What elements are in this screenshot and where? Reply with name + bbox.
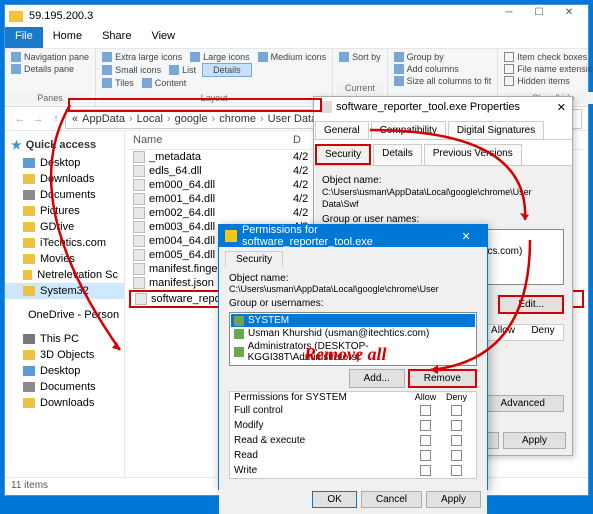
hidden-items-toggle[interactable]: Hidden items: [502, 75, 593, 87]
permission-row: Read & execute: [230, 433, 476, 448]
remove-button[interactable]: Remove: [408, 369, 477, 388]
back-button[interactable]: ←: [11, 113, 29, 125]
sidebar: ★Quick access Desktop Downloads Document…: [5, 131, 125, 477]
tab-file[interactable]: File: [5, 27, 43, 48]
user-item[interactable]: Usman Khurshid (usman@itechtics.com): [231, 327, 475, 340]
sidebar-item-desktop2[interactable]: Desktop: [5, 363, 124, 379]
tab-compatibility[interactable]: Compatibility: [371, 121, 446, 139]
sidebar-item-documents2[interactable]: Documents: [5, 379, 124, 395]
minimize-button[interactable]: ─: [494, 7, 524, 25]
deny-checkbox[interactable]: [451, 420, 462, 431]
tab-home[interactable]: Home: [43, 27, 92, 48]
permissions-users-listbox[interactable]: SYSTEMUsman Khurshid (usman@itechtics.co…: [229, 312, 477, 366]
allow-checkbox[interactable]: [420, 465, 431, 476]
window-title: 59.195.200.3: [29, 10, 93, 22]
sidebar-quick-access[interactable]: ★Quick access: [5, 135, 124, 155]
size-columns-button[interactable]: Size all columns to fit: [392, 75, 494, 87]
permissions-titlebar: Permissions for software_reporter_tool.e…: [219, 225, 487, 247]
tab-previous-versions[interactable]: Previous Versions: [424, 144, 522, 165]
file-extensions-toggle[interactable]: File name extensions: [502, 63, 593, 75]
tab-general[interactable]: General: [315, 121, 369, 139]
layout-m-icons[interactable]: Medium icons: [256, 51, 329, 63]
layout-xl-icons[interactable]: Extra large icons: [100, 51, 184, 63]
sidebar-onedrive[interactable]: OneDrive - Person: [5, 307, 124, 323]
add-button[interactable]: Add...: [349, 369, 405, 388]
titlebar: 59.195.200.3 ─ ☐ ✕: [5, 5, 588, 27]
properties-tabs: General Compatibility Digital Signatures: [314, 117, 572, 140]
deny-checkbox[interactable]: [451, 405, 462, 416]
deny-checkbox[interactable]: [451, 450, 462, 461]
close-button[interactable]: ✕: [554, 7, 584, 25]
sidebar-item-documents[interactable]: Documents: [5, 187, 124, 203]
permissions-tab-security[interactable]: Security: [225, 251, 283, 267]
edit-button[interactable]: Edit...: [498, 295, 564, 314]
folder-icon: [9, 11, 23, 22]
allow-checkbox[interactable]: [420, 435, 431, 446]
properties-close-button[interactable]: ✕: [557, 101, 566, 114]
tab-details[interactable]: Details: [373, 144, 422, 165]
menubar: File Home Share View: [5, 27, 588, 49]
layout-s-icons[interactable]: Small icons: [100, 63, 163, 77]
tab-view[interactable]: View: [141, 27, 185, 48]
permission-row: Write: [230, 463, 476, 478]
sidebar-item-downloads[interactable]: Downloads: [5, 171, 124, 187]
permissions-dialog: Permissions for software_reporter_tool.e…: [218, 224, 488, 490]
layout-l-icons[interactable]: Large icons: [188, 51, 252, 63]
navigation-pane-button[interactable]: Navigation pane: [9, 51, 91, 63]
tab-security[interactable]: Security: [315, 144, 371, 165]
sidebar-item-movies[interactable]: Movies: [5, 251, 124, 267]
item-checkboxes-toggle[interactable]: Item check boxes: [502, 51, 593, 63]
permission-row: Modify: [230, 418, 476, 433]
props-apply-button[interactable]: Apply: [503, 432, 566, 449]
details-pane-button[interactable]: Details pane: [9, 63, 91, 75]
layout-list[interactable]: List: [167, 63, 198, 77]
sort-by-button[interactable]: Sort by: [337, 51, 383, 63]
ribbon-group-layout: Layout: [100, 92, 328, 104]
maximize-button[interactable]: ☐: [524, 7, 554, 25]
sidebar-item-gdrive[interactable]: GDrive: [5, 219, 124, 235]
allow-checkbox[interactable]: [420, 405, 431, 416]
sidebar-item-pictures[interactable]: Pictures: [5, 203, 124, 219]
user-item[interactable]: SYSTEM: [231, 314, 475, 327]
advanced-button[interactable]: Advanced: [482, 395, 564, 412]
tab-share[interactable]: Share: [92, 27, 141, 48]
sidebar-item-downloads2[interactable]: Downloads: [5, 395, 124, 411]
tab-digital-signatures[interactable]: Digital Signatures: [448, 121, 544, 139]
up-button[interactable]: ↑: [47, 113, 65, 125]
layout-details[interactable]: Details: [202, 63, 252, 77]
allow-checkbox[interactable]: [420, 420, 431, 431]
sidebar-item-desktop[interactable]: Desktop: [5, 155, 124, 171]
permissions-close-button[interactable]: ✕: [451, 230, 481, 243]
shield-icon: [225, 230, 237, 242]
sidebar-item-netrelevation[interactable]: Netrelevation Sc: [5, 267, 124, 283]
sidebar-item-system32[interactable]: System32: [5, 283, 124, 299]
user-item[interactable]: Administrators (DESKTOP-KGGI38T\Administ…: [231, 340, 475, 364]
group-by-button[interactable]: Group by: [392, 51, 494, 63]
permission-row: Full control: [230, 403, 476, 418]
deny-checkbox[interactable]: [451, 465, 462, 476]
allow-checkbox[interactable]: [420, 450, 431, 461]
layout-content[interactable]: Content: [140, 77, 189, 89]
sidebar-item-3dobjects[interactable]: 3D Objects: [5, 347, 124, 363]
forward-button[interactable]: →: [29, 113, 47, 125]
sidebar-item-itechtics[interactable]: iTechtics.com: [5, 235, 124, 251]
add-columns-button[interactable]: Add columns: [392, 63, 494, 75]
sidebar-this-pc[interactable]: This PC: [5, 331, 124, 347]
permission-row: Read: [230, 448, 476, 463]
layout-tiles[interactable]: Tiles: [100, 77, 136, 89]
ribbon-group-panes: Panes: [9, 92, 91, 104]
deny-checkbox[interactable]: [451, 435, 462, 446]
properties-titlebar: software_reporter_tool.exe Properties ✕: [314, 97, 572, 117]
